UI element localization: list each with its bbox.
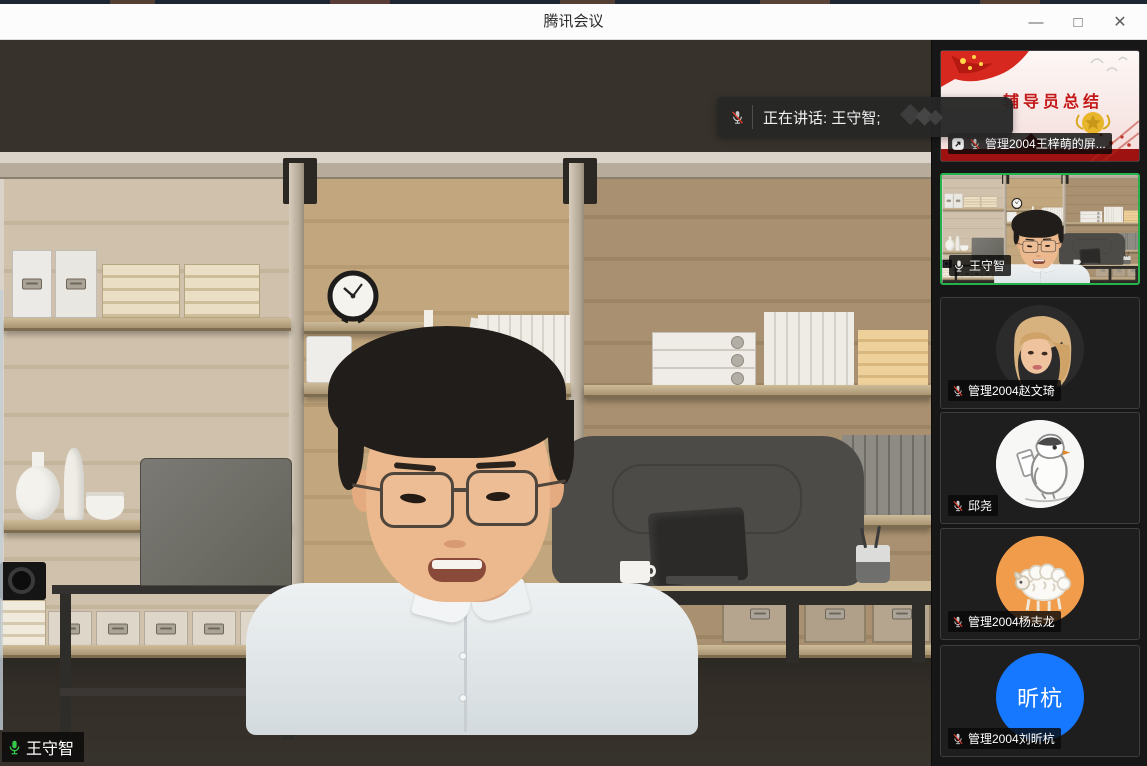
participant-label: 邱尧 (948, 495, 998, 516)
speaker-name-text: 王守智 (26, 735, 74, 759)
participant-label-text: 邱尧 (968, 497, 992, 514)
shirt-placket (464, 608, 467, 732)
main-video-stage[interactable]: 王守智 (0, 40, 931, 766)
participant-label-text: 管理2004王梓萌的屏... (985, 135, 1106, 152)
participants-sidebar: 辅导员总结 (931, 40, 1147, 766)
mic-muted-icon (968, 137, 982, 151)
participant-avatar[interactable]: 管理2004杨志龙 (940, 528, 1140, 640)
person-teeth (432, 560, 482, 569)
glasses-bridge (1038, 244, 1041, 245)
participant-label-text: 王守智 (969, 257, 1005, 274)
shirt-button (1039, 279, 1041, 281)
speaker-name-tag: 王守智 (2, 732, 84, 762)
mic-muted-icon (951, 384, 965, 398)
mic-muted-icon (951, 499, 965, 513)
participant-video-active[interactable]: 王守智 (940, 173, 1140, 285)
window-controls: — □ ✕ (1019, 4, 1137, 40)
person-nose-shadow (444, 540, 466, 548)
person (0, 40, 931, 766)
person-teeth (1034, 259, 1045, 261)
maximize-button[interactable]: □ (1061, 8, 1095, 36)
share-slide-title: 辅导员总结 (1003, 92, 1103, 111)
mic-on-icon (952, 259, 966, 273)
mic-muted-icon (951, 615, 965, 629)
person-nose-shadow (1036, 255, 1041, 257)
penguin-sketch (996, 420, 1084, 508)
screen-share-icon (951, 137, 965, 151)
participant-label: 管理2004赵文琦 (948, 380, 1061, 401)
speaking-toast: 正在讲话: 王守智; (717, 97, 1013, 137)
participant-avatar[interactable]: 管理2004赵文琦 (940, 297, 1140, 409)
toast-divider (752, 105, 753, 129)
participant-label: 管理2004杨志龙 (948, 611, 1061, 632)
avatar-penguin (996, 420, 1084, 508)
minimize-button[interactable]: — (1019, 8, 1053, 36)
shirt-button (459, 652, 467, 660)
video-scene (0, 40, 931, 766)
titlebar[interactable]: 腾讯会议 — □ ✕ (0, 4, 1147, 40)
participant-avatar[interactable]: 邱尧 (940, 412, 1140, 524)
mic-muted-icon (729, 109, 746, 126)
speaking-toast-text: 正在讲话: 王守智; (763, 107, 881, 128)
shirt-button (459, 694, 467, 702)
window-title: 腾讯会议 (0, 4, 1147, 40)
participant-label-text: 管理2004赵文琦 (968, 382, 1055, 399)
participant-label-text: 管理2004杨志龙 (968, 613, 1055, 630)
close-button[interactable]: ✕ (1103, 8, 1137, 36)
participant-label-text: 管理2004刘昕杭 (968, 730, 1055, 747)
mic-muted-icon (951, 732, 965, 746)
glasses-bridge (452, 488, 468, 492)
participant-label: 管理2004刘昕杭 (948, 728, 1061, 749)
participant-label: 王守智 (949, 255, 1011, 276)
person-hair-side (1058, 225, 1064, 243)
meeting-content: 王守智 正在讲话: 王守智; (0, 40, 1147, 766)
meeting-logo-watermark (895, 102, 951, 132)
tencent-meeting-window: 腾讯会议 — □ ✕ (0, 0, 1147, 766)
mic-on-icon (6, 739, 23, 756)
participant-avatar[interactable]: 昕杭 管理2004刘昕杭 (940, 645, 1140, 757)
